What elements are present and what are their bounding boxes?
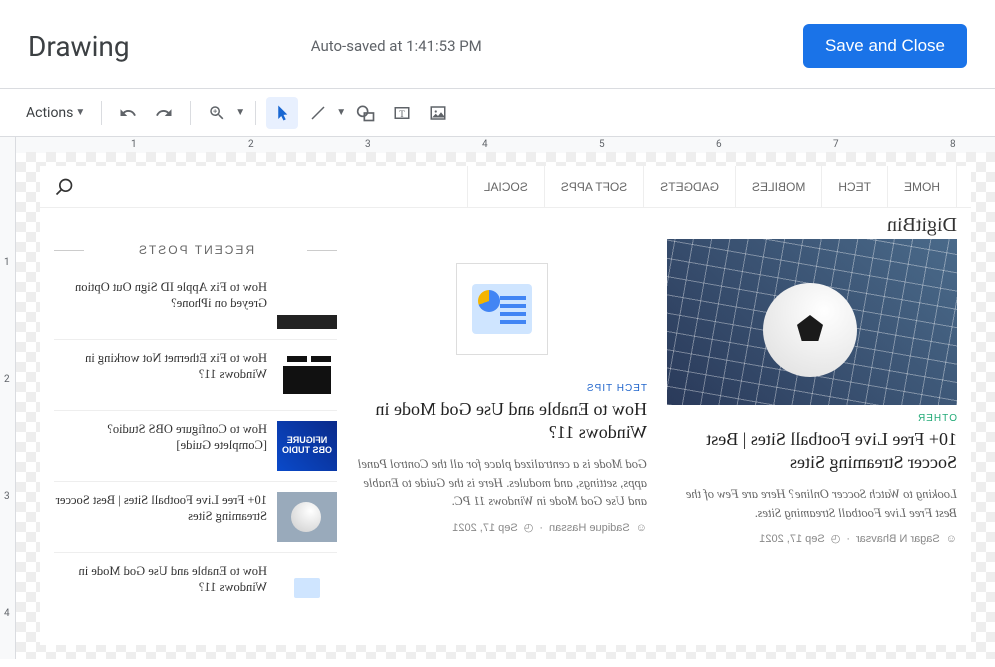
vertical-ruler[interactable]: 1 2 3 4: [0, 152, 16, 659]
horizontal-ruler-row: 1 2 3 4 5 6 7 8: [0, 136, 995, 152]
article-image: [456, 263, 548, 355]
chevron-down-icon[interactable]: ▼: [336, 107, 346, 118]
article-meta: ☺ Sadique Hassan · ◷ Sep 17, 2021: [357, 521, 647, 534]
item-title: How to Fix Ethernet Not working in Windo…: [54, 350, 267, 400]
separator: [190, 101, 191, 125]
list-item: How to Fix Apple ID Sign Out Option Grey…: [54, 269, 337, 340]
chevron-down-icon[interactable]: ▼: [235, 107, 245, 118]
item-title: How to Fix Apple ID Sign Out Option Grey…: [54, 279, 267, 329]
line-tool-button[interactable]: [302, 97, 334, 129]
list-item: NFIGURE OBS TUDIO How to Configure OBS S…: [54, 411, 337, 482]
clock-icon: ◷: [524, 521, 534, 534]
actions-menu-button[interactable]: Actions ▼: [20, 101, 91, 125]
ruler-mark: 6: [716, 139, 722, 150]
site-brand: DigitBin: [40, 208, 971, 239]
toolbar: Actions ▼ ▼ ▼ T: [0, 88, 995, 136]
shape-tool-button[interactable]: [350, 97, 382, 129]
inserted-image[interactable]: HOME TECH MOBILES GADGETS SOFT APPS SOCI…: [40, 166, 971, 645]
chevron-down-icon: ▼: [75, 107, 85, 118]
ruler-mark: 5: [599, 139, 605, 150]
separator: [101, 101, 102, 125]
nav-item: TECH: [821, 166, 887, 208]
nav-item: MOBILES: [735, 166, 821, 208]
article-title: 10+ Free Live Football Sites | Best Socc…: [667, 428, 957, 475]
search-icon: [54, 177, 74, 197]
thumbnail: [277, 350, 337, 400]
redo-button[interactable]: [148, 97, 180, 129]
select-tool-button[interactable]: [266, 97, 298, 129]
sidebar: RECENT POSTS How to Fix Apple ID Sign Ou…: [54, 239, 337, 623]
textbox-tool-button[interactable]: T: [386, 97, 418, 129]
ruler-mark: 3: [4, 491, 10, 502]
autosave-status: Auto-saved at 1:41:53 PM: [0, 37, 803, 55]
date: Sep 17, 2021: [759, 533, 824, 545]
undo-button[interactable]: [112, 97, 144, 129]
separator: [255, 101, 256, 125]
date: Sep 17, 2021: [452, 522, 517, 534]
item-title: How to Configure OBS Studio? [Complete G…: [54, 421, 267, 471]
site-nav: HOME TECH MOBILES GADGETS SOFT APPS SOCI…: [40, 166, 971, 208]
list-item: 10+ Free Live Football Sites | Best Socc…: [54, 482, 337, 553]
svg-text:T: T: [399, 108, 405, 118]
ruler-mark: 1: [131, 139, 137, 150]
dialog-header: Drawing Auto-saved at 1:41:53 PM Save an…: [0, 0, 995, 88]
ruler-mark: 4: [4, 608, 10, 619]
ruler-mark: 8: [950, 139, 956, 150]
category-tag: TECH TIPS: [357, 383, 647, 394]
ruler-mark: 3: [365, 139, 371, 150]
nav-item: HOME: [887, 166, 957, 208]
sidebar-heading: RECENT POSTS: [54, 239, 337, 261]
list-item: How to Enable and Use God Mode in Window…: [54, 553, 337, 623]
save-and-close-button[interactable]: Save and Close: [803, 24, 967, 68]
zoom-button[interactable]: [201, 97, 233, 129]
ruler-mark: 4: [482, 139, 488, 150]
user-icon: ☺: [946, 533, 957, 545]
article-title: How to Enable and Use God Mode in Window…: [357, 398, 647, 445]
item-title: 10+ Free Live Football Sites | Best Socc…: [54, 492, 267, 542]
ruler-mark: 2: [4, 374, 10, 385]
thumbnail: NFIGURE OBS TUDIO: [277, 421, 337, 471]
horizontal-ruler[interactable]: 1 2 3 4 5 6 7 8: [16, 137, 995, 153]
secondary-article: TECH TIPS How to Enable and Use God Mode…: [357, 239, 647, 623]
list-item: How to Fix Ethernet Not working in Windo…: [54, 340, 337, 411]
nav-items: HOME TECH MOBILES GADGETS SOFT APPS SOCI…: [467, 166, 957, 208]
nav-item: GADGETS: [643, 166, 735, 208]
canvas-row: 1 2 3 4 HOME TECH MOBILES GADGETS SOFT A…: [0, 152, 995, 659]
nav-item: SOFT APPS: [544, 166, 643, 208]
item-title: How to Enable and Use God Mode in Window…: [54, 563, 267, 613]
ruler-mark: 7: [833, 139, 839, 150]
author: Sagar N Bhavsar: [856, 533, 940, 545]
article-desc: God Mode is a centralized place for all …: [357, 455, 647, 511]
thumbnail: [277, 279, 337, 329]
user-icon: ☺: [636, 522, 647, 534]
thumbnail: [277, 492, 337, 542]
ruler-corner: [0, 137, 16, 153]
author: Sadique Hassan: [549, 522, 630, 534]
ruler-mark: 1: [4, 257, 10, 268]
actions-label: Actions: [26, 105, 73, 121]
drawing-canvas[interactable]: HOME TECH MOBILES GADGETS SOFT APPS SOCI…: [16, 152, 995, 659]
ruler-mark: 2: [248, 139, 254, 150]
content-columns: OTHER 10+ Free Live Football Sites | Bes…: [40, 239, 971, 633]
category-tag: OTHER: [667, 413, 957, 424]
main-article: OTHER 10+ Free Live Football Sites | Bes…: [667, 239, 957, 623]
nav-item: SOCIAL: [467, 166, 544, 208]
clock-icon: ◷: [831, 532, 841, 545]
hero-image: [667, 239, 957, 405]
article-meta: ☺ Sagar N Bhavsar · ◷ Sep 17, 2021: [667, 532, 957, 545]
article-desc: Looking to Watch Soccer Online? Here are…: [667, 485, 957, 523]
thumbnail: [277, 563, 337, 613]
image-tool-button[interactable]: [422, 97, 454, 129]
